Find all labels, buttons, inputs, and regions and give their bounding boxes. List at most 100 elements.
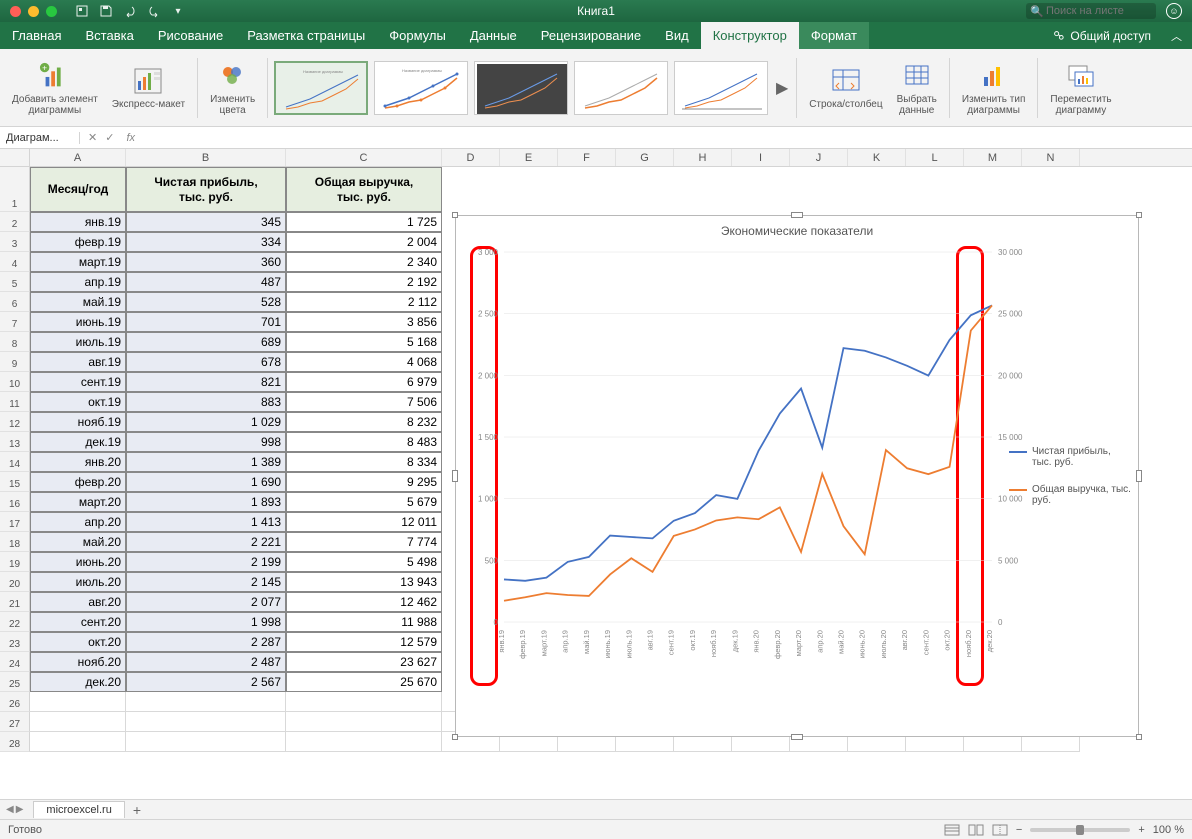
chart-style-1[interactable]: Название диаграммы [274,61,368,115]
zoom-in-button[interactable]: + [1138,824,1144,836]
data-cell[interactable]: май.19 [30,292,126,312]
search-input[interactable] [1026,3,1156,19]
cancel-formula-icon[interactable]: ✕ [88,131,97,144]
row-header-16[interactable]: 16 [0,492,30,512]
add-sheet-button[interactable]: + [125,802,149,818]
empty-cell[interactable] [126,732,286,752]
tab-format[interactable]: Формат [799,22,869,49]
data-cell[interactable]: 1 389 [126,452,286,472]
zoom-slider-thumb[interactable] [1076,825,1084,835]
data-cell[interactable]: янв.20 [30,452,126,472]
row-header-2[interactable]: 2 [0,212,30,232]
data-cell[interactable]: 1 690 [126,472,286,492]
data-cell[interactable]: авг.19 [30,352,126,372]
chart-object[interactable]: Экономические показатели 05001 0001 5002… [455,215,1139,737]
add-chart-element-button[interactable]: + Добавить элемент диаграммы [6,60,104,116]
close-window-button[interactable] [10,6,21,17]
resize-handle-tr[interactable] [1136,212,1142,218]
row-header-8[interactable]: 8 [0,332,30,352]
empty-cell[interactable] [30,712,126,732]
row-header-22[interactable]: 22 [0,612,30,632]
column-header-N[interactable]: N [1022,149,1080,166]
chart-style-next-button[interactable]: ▶ [774,80,790,96]
row-header-20[interactable]: 20 [0,572,30,592]
data-cell[interactable]: июль.19 [30,332,126,352]
view-normal-icon[interactable] [944,824,960,836]
resize-handle-br[interactable] [1136,734,1142,740]
tab-page-layout[interactable]: Разметка страницы [235,22,377,49]
sheet-nav-prev[interactable]: ◀ [6,804,14,815]
view-page-layout-icon[interactable] [968,824,984,836]
data-cell[interactable]: 5 168 [286,332,442,352]
change-colors-button[interactable]: Изменить цвета [204,60,261,116]
table-header-cell[interactable]: Месяц/год [30,167,126,212]
data-cell[interactable]: 2 199 [126,552,286,572]
data-cell[interactable]: 12 462 [286,592,442,612]
row-header-15[interactable]: 15 [0,472,30,492]
data-cell[interactable]: март.20 [30,492,126,512]
data-cell[interactable]: 4 068 [286,352,442,372]
data-cell[interactable]: окт.20 [30,632,126,652]
data-cell[interactable]: 6 979 [286,372,442,392]
zoom-out-button[interactable]: − [1016,824,1022,836]
spreadsheet-grid[interactable]: 1Месяц/год Чистая прибыль, тыс. руб. Общая… [0,167,1192,789]
data-cell[interactable]: 2 287 [126,632,286,652]
row-header-7[interactable]: 7 [0,312,30,332]
data-cell[interactable]: авг.20 [30,592,126,612]
data-cell[interactable]: 3 856 [286,312,442,332]
data-cell[interactable]: дек.19 [30,432,126,452]
data-cell[interactable]: 5 679 [286,492,442,512]
data-cell[interactable]: 12 011 [286,512,442,532]
column-header-L[interactable]: L [906,149,964,166]
chart-plot-area[interactable]: 05001 0001 5002 0002 5003 00005 00010 00… [504,252,992,672]
data-cell[interactable]: 1 998 [126,612,286,632]
row-header-5[interactable]: 5 [0,272,30,292]
legend-item-2[interactable]: Общая выручка, тыс. руб. [1009,484,1132,506]
row-header-11[interactable]: 11 [0,392,30,412]
tab-view[interactable]: Вид [653,22,701,49]
tab-formulas[interactable]: Формулы [377,22,458,49]
row-header-19[interactable]: 19 [0,552,30,572]
data-cell[interactable]: 2 077 [126,592,286,612]
row-header-10[interactable]: 10 [0,372,30,392]
data-cell[interactable]: сент.20 [30,612,126,632]
row-header-14[interactable]: 14 [0,452,30,472]
switch-row-column-button[interactable]: Строка/столбец [803,65,888,110]
column-header-K[interactable]: K [848,149,906,166]
data-cell[interactable]: 345 [126,212,286,232]
data-cell[interactable]: 998 [126,432,286,452]
empty-cell[interactable] [126,712,286,732]
data-cell[interactable]: 2 221 [126,532,286,552]
data-cell[interactable]: янв.19 [30,212,126,232]
data-cell[interactable]: нояб.19 [30,412,126,432]
row-header-17[interactable]: 17 [0,512,30,532]
column-header-A[interactable]: A [30,149,126,166]
row-header-1[interactable]: 1 [0,167,30,212]
minimize-window-button[interactable] [28,6,39,17]
column-header-B[interactable]: B [126,149,286,166]
data-cell[interactable]: 7 774 [286,532,442,552]
tab-data[interactable]: Данные [458,22,529,49]
row-header-9[interactable]: 9 [0,352,30,372]
data-cell[interactable]: 23 627 [286,652,442,672]
tab-insert[interactable]: Вставка [73,22,145,49]
data-cell[interactable]: июль.20 [30,572,126,592]
data-cell[interactable]: 2 112 [286,292,442,312]
empty-cell[interactable] [286,732,442,752]
row-header-3[interactable]: 3 [0,232,30,252]
data-cell[interactable]: март.19 [30,252,126,272]
legend-item-1[interactable]: Чистая прибыль, тыс. руб. [1009,446,1132,468]
empty-cell[interactable] [286,712,442,732]
data-cell[interactable]: 701 [126,312,286,332]
data-cell[interactable]: 360 [126,252,286,272]
data-cell[interactable]: 9 295 [286,472,442,492]
resize-handle-tm[interactable] [791,212,803,218]
data-cell[interactable]: окт.19 [30,392,126,412]
share-button[interactable]: Общий доступ [1042,22,1161,49]
data-cell[interactable]: 2 004 [286,232,442,252]
data-cell[interactable]: 2 567 [126,672,286,692]
data-cell[interactable]: 2 340 [286,252,442,272]
data-cell[interactable]: дек.20 [30,672,126,692]
change-chart-type-button[interactable]: Изменить тип диаграммы [956,60,1031,116]
data-cell[interactable]: 2 145 [126,572,286,592]
